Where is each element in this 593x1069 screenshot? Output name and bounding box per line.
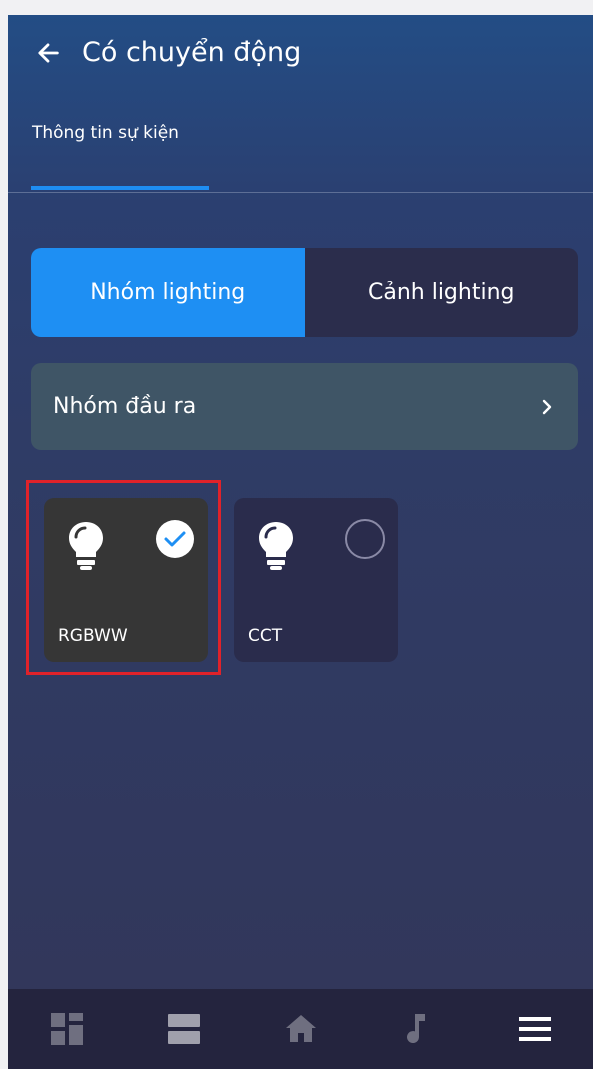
segment-scene-lighting[interactable]: Cảnh lighting xyxy=(305,248,579,337)
tab-active-indicator xyxy=(31,186,209,190)
list-icon xyxy=(167,1014,200,1044)
tab-divider xyxy=(8,192,593,193)
nav-home[interactable] xyxy=(271,999,331,1059)
nav-menu[interactable] xyxy=(505,999,565,1059)
app-screen: Có chuyển động Thông tin sự kiện Nhóm li… xyxy=(8,15,593,1069)
selection-highlight-box xyxy=(26,480,221,675)
tab-bar: Thông tin sự kiện xyxy=(8,111,593,193)
nav-list[interactable] xyxy=(154,999,214,1059)
lightbulb-icon xyxy=(259,522,293,570)
home-icon xyxy=(285,1015,316,1042)
music-note-icon xyxy=(406,1014,425,1044)
output-group-label: Nhóm đầu ra xyxy=(53,394,197,419)
tab-event-info[interactable]: Thông tin sự kiện xyxy=(32,123,179,143)
page-title: Có chuyển động xyxy=(82,37,302,68)
unchecked-circle-icon[interactable] xyxy=(344,518,386,560)
header: Có chuyển động xyxy=(8,15,593,95)
nav-dashboard[interactable] xyxy=(37,999,97,1059)
menu-icon xyxy=(518,1017,551,1041)
output-group-row[interactable]: Nhóm đầu ra xyxy=(31,363,578,450)
nav-music[interactable] xyxy=(388,999,448,1059)
arrow-left-icon xyxy=(38,43,59,63)
chevron-right-icon xyxy=(542,399,552,414)
group-card-label: CCT xyxy=(248,626,283,646)
back-button[interactable] xyxy=(34,33,74,73)
lighting-type-switch: Nhóm lighting Cảnh lighting xyxy=(31,248,578,337)
group-card-cct[interactable]: CCT xyxy=(234,498,398,662)
bottom-nav xyxy=(8,989,593,1069)
segment-group-lighting[interactable]: Nhóm lighting xyxy=(31,248,305,337)
dashboard-icon xyxy=(50,1013,83,1045)
